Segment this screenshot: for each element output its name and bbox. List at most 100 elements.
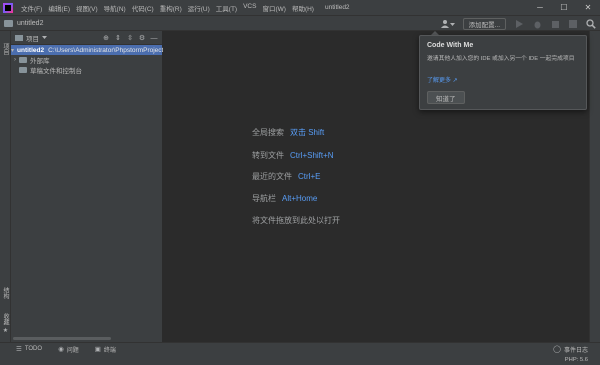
gear-icon[interactable]: ⚙	[136, 34, 148, 42]
collapse-all-icon[interactable]: ⇳	[124, 34, 136, 42]
problems-tab[interactable]: ◉ 问题	[58, 345, 79, 354]
hint-search-everywhere: 全局搜索 双击 Shift	[252, 127, 324, 138]
run-button[interactable]	[513, 18, 525, 30]
popup-description: 邀请其他人加入您的 IDE 或加入另一个 IDE 一起完成项目	[427, 56, 575, 62]
todo-tab-label: TODO	[24, 346, 43, 352]
menu-file[interactable]: 文件(F)	[18, 3, 45, 13]
hint-shortcut: Ctrl+Shift+N	[290, 151, 334, 160]
hint-shortcut: Ctrl+E	[298, 172, 321, 181]
code-with-me-popup: Code With Me 邀请其他人加入您的 IDE 或加入另一个 IDE 一起…	[419, 35, 587, 110]
expand-all-icon[interactable]: ⇕	[112, 34, 124, 42]
terminal-tab-label: 终端	[103, 347, 116, 354]
hint-label: 导航栏	[252, 194, 276, 203]
tree-item-label: untitled2	[17, 46, 45, 54]
project-panel-tools: ⊕ ⇕ ⇳ ⚙ —	[100, 31, 160, 45]
todo-tab[interactable]: ☰ TODO	[16, 345, 42, 353]
tool-window-tabs: ☰ TODO ◉ 问题 ▣ 终端 ◯ 事件日志	[0, 343, 600, 355]
favorites-tool-label: 收藏	[2, 312, 8, 325]
hint-go-to-file: 转到文件 Ctrl+Shift+N	[252, 150, 334, 161]
hint-recent-files: 最近的文件 Ctrl+E	[252, 171, 320, 182]
menu-tools[interactable]: 工具(T)	[213, 3, 240, 13]
run-icon	[516, 20, 523, 28]
tree-item-scratches[interactable]: 草稿文件和控制台	[11, 65, 162, 75]
debug-icon	[534, 21, 540, 28]
list-icon: ☰	[16, 346, 22, 353]
folder-icon	[15, 35, 23, 41]
menu-window[interactable]: 窗口(W)	[259, 3, 288, 13]
window-controls: ─ ☐ ✕	[528, 0, 600, 15]
left-tool-strip: 项目 结构 收藏 ★	[0, 31, 11, 342]
tree-item-root[interactable]: ▾ untitled2 C:\Users\Administrator\Phpst…	[11, 45, 193, 55]
terminal-tab[interactable]: ▣ 终端	[95, 345, 116, 354]
php-version-label: PHP: 5.6	[564, 357, 588, 363]
project-view-selector[interactable]: 项目	[15, 33, 47, 43]
library-icon	[19, 57, 27, 63]
event-log-tab[interactable]: ◯ 事件日志	[553, 343, 588, 355]
structure-tool-label: 结构	[2, 287, 8, 299]
project-panel-header: 项目 ⊕ ⇕ ⇳ ⚙ —	[11, 31, 162, 45]
project-tree: ▾ untitled2 C:\Users\Administrator\Phpst…	[11, 45, 193, 75]
phpstorm-logo-icon	[3, 2, 13, 13]
menu-view[interactable]: 视图(V)	[73, 3, 101, 13]
menu-code[interactable]: 代码(C)	[129, 3, 157, 13]
scratches-icon	[19, 67, 27, 73]
menu-edit[interactable]: 编辑(E)	[45, 3, 73, 13]
search-icon	[586, 19, 596, 29]
hint-label: 将文件拖放到此处以打开	[252, 216, 340, 225]
event-log-label: 事件日志	[563, 347, 588, 354]
php-version-indicator[interactable]: PHP: 5.6	[565, 355, 588, 365]
tree-item-external-libraries[interactable]: › 外部库	[11, 55, 162, 65]
hint-drop-files: 将文件拖放到此处以打开	[252, 215, 340, 226]
close-button[interactable]: ✕	[576, 0, 600, 15]
collapse-arrow-icon[interactable]: ›	[11, 57, 19, 63]
horizontal-scrollbar[interactable]	[13, 337, 111, 340]
hint-navigation-bar: 导航栏 Alt+Home	[252, 193, 317, 204]
maximize-icon: ☐	[560, 2, 568, 12]
code-with-me-button[interactable]	[440, 19, 455, 29]
learn-more-link[interactable]: 了解更多 ↗	[427, 75, 458, 84]
project-tool-tab[interactable]: 项目	[0, 35, 11, 63]
favorites-tool-tab[interactable]: 收藏 ★	[0, 309, 11, 337]
folder-icon	[4, 19, 13, 27]
locate-icon[interactable]: ⊕	[100, 34, 112, 42]
right-tool-strip	[589, 31, 600, 342]
minimize-button[interactable]: ─	[528, 0, 552, 15]
stop-icon	[569, 20, 577, 28]
status-bar: ☰ TODO ◉ 问题 ▣ 终端 ◯ 事件日志 PHP: 5.6	[0, 342, 600, 365]
got-it-button[interactable]: 知道了	[427, 91, 465, 104]
minimize-icon: ─	[537, 2, 543, 12]
project-tool-label: 项目	[2, 43, 8, 55]
menu-help[interactable]: 帮助(H)	[289, 3, 317, 13]
coverage-button[interactable]	[549, 18, 561, 30]
project-panel: 项目 ⊕ ⇕ ⇳ ⚙ — ▾ untitled2 C:\Users\Admini…	[11, 31, 193, 342]
terminal-icon: ▣	[94, 346, 101, 353]
window-title: untitled2	[324, 4, 350, 11]
event-log-icon: ◯	[553, 346, 561, 353]
navbar-toolbar: 添加配置...	[440, 16, 600, 32]
hint-shortcut: Alt+Home	[282, 194, 318, 203]
add-configuration-button[interactable]: 添加配置...	[462, 18, 506, 30]
title-bar: 文件(F) 编辑(E) 视图(V) 导航(N) 代码(C) 重构(R) 运行(U…	[0, 0, 600, 15]
structure-tool-tab[interactable]: 结构	[0, 283, 11, 303]
debug-button[interactable]	[531, 18, 543, 30]
problems-tab-label: 问题	[66, 347, 79, 354]
breadcrumb-project[interactable]: untitled2	[17, 20, 43, 27]
maximize-button[interactable]: ☐	[552, 0, 576, 15]
menu-run[interactable]: 运行(U)	[185, 3, 213, 13]
close-icon: ✕	[584, 2, 592, 12]
menu-vcs[interactable]: VCS	[240, 3, 259, 13]
hint-shortcut: 双击 Shift	[290, 128, 325, 137]
menu-navigate[interactable]: 导航(N)	[101, 3, 129, 13]
stop-button[interactable]	[567, 18, 579, 30]
expand-arrow-icon[interactable]: ▾	[11, 47, 14, 54]
menu-bar: 文件(F) 编辑(E) 视图(V) 导航(N) 代码(C) 重构(R) 运行(U…	[18, 3, 317, 13]
popup-title: Code With Me	[427, 42, 474, 49]
star-icon: ★	[2, 326, 8, 334]
search-everywhere-button[interactable]	[585, 18, 597, 30]
problems-icon: ◉	[58, 346, 64, 353]
hint-label: 全局搜索	[252, 128, 284, 137]
hide-icon[interactable]: —	[148, 35, 160, 42]
menu-refactor[interactable]: 重构(R)	[157, 3, 185, 13]
coverage-icon	[551, 20, 559, 28]
hint-label: 最近的文件	[252, 172, 292, 181]
